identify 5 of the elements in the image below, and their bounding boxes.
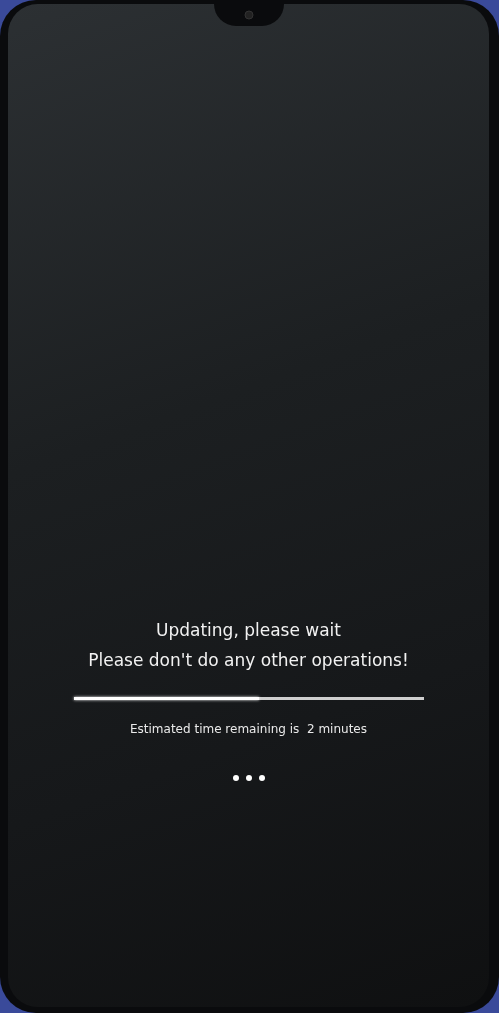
- camera-icon: [243, 10, 254, 20]
- warning-text: Please don't do any other operations!: [88, 649, 409, 672]
- loading-dots-icon: [231, 774, 266, 782]
- update-title: Updating, please wait: [156, 619, 341, 642]
- time-remaining-text: Estimated time remaining is 2 minutes: [130, 722, 367, 736]
